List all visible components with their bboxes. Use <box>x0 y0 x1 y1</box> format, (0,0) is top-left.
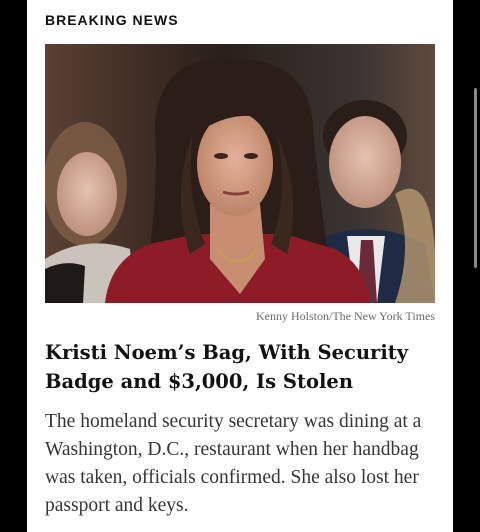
article-photo[interactable] <box>45 44 435 303</box>
breaking-news-card[interactable]: BREAKING NEWS Kenny Holston/The New York… <box>27 0 453 532</box>
section-label: BREAKING NEWS <box>45 12 179 28</box>
headline[interactable]: Kristi Noem’s Bag, With Security Badge a… <box>45 338 440 396</box>
scrollbar[interactable] <box>474 88 477 268</box>
photo-credit: Kenny Holston/The New York Times <box>255 309 435 323</box>
article-summary[interactable]: The homeland security secretary was dini… <box>45 408 445 520</box>
photo-illustration <box>45 44 435 303</box>
